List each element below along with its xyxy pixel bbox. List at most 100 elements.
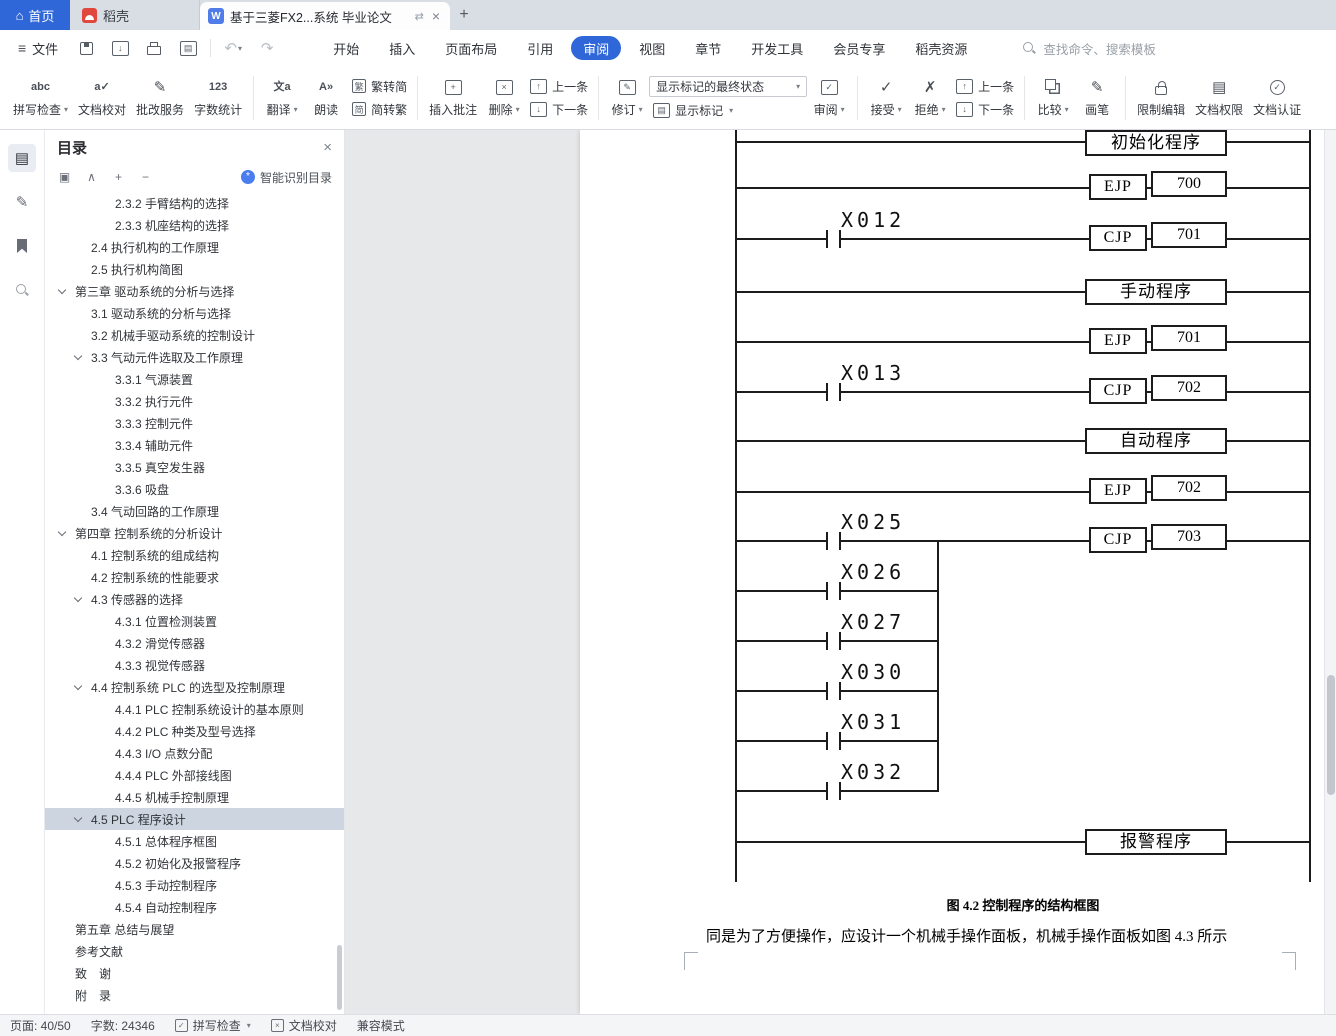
toc-item[interactable]: 第四章 控制系统的分析设计 — [45, 522, 344, 544]
word-count-button[interactable]: 123 字数统计 — [189, 69, 247, 127]
trad-to-simp-button[interactable]: 繁 繁转简 — [348, 77, 411, 96]
toc-item[interactable]: 2.4 执行机构的工作原理 — [45, 236, 344, 258]
document-area[interactable]: 初始化程序 手动程序 自动程序 报警程序 EJP 700 CJP 701 EJP… — [345, 130, 1336, 1014]
reject-change-button[interactable]: ✗ 拒绝 ▾ — [908, 69, 952, 127]
menu-item[interactable]: 稻壳资源 — [903, 36, 979, 60]
scrollbar-thumb[interactable] — [1327, 675, 1335, 795]
body-paragraph[interactable]: 同是为了方便操作，应设计一个机械手操作面板，机械手操作面板如图 4.3 所示 — [706, 925, 1292, 946]
show-markup-button[interactable]: ▤ 显示标记 ▾ — [649, 101, 807, 120]
toc-item[interactable]: 4.4.5 机械手控制原理 — [45, 786, 344, 808]
delete-comment-button[interactable]: × 删除 ▾ — [482, 69, 526, 127]
toc-item[interactable]: 3.4 气动回路的工作原理 — [45, 500, 344, 522]
toc-item[interactable]: 4.5.2 初始化及报警程序 — [45, 852, 344, 874]
next-change-button[interactable]: ↓ 下一条 — [952, 100, 1018, 119]
save-button[interactable] — [74, 36, 98, 60]
new-tab-button[interactable]: + — [450, 0, 478, 30]
toc-collapse-all-icon[interactable]: − — [138, 170, 153, 184]
toc-item[interactable]: 4.2 控制系统的性能要求 — [45, 566, 344, 588]
toc-item[interactable]: 4.3.3 视觉传感器 — [45, 654, 344, 676]
print-button[interactable] — [142, 36, 166, 60]
menu-item[interactable]: 章节 — [683, 36, 733, 60]
chevron-down-icon[interactable] — [73, 351, 83, 361]
toc-item[interactable]: 4.3 传感器的选择 — [45, 588, 344, 610]
close-panel-icon[interactable]: × — [323, 139, 332, 156]
doc-proofing-status[interactable]: × 文档校对 — [270, 1017, 337, 1034]
menu-item[interactable]: 会员专享 — [821, 36, 897, 60]
redo-button[interactable]: ↷ — [255, 36, 279, 60]
toc-item[interactable]: 4.4.4 PLC 外部接线图 — [45, 764, 344, 786]
toc-item[interactable]: 3.3.4 辅助元件 — [45, 434, 344, 456]
document-scrollbar[interactable] — [1324, 130, 1336, 1014]
close-tab-icon[interactable]: × — [430, 8, 442, 24]
restrict-editing-button[interactable]: 限制编辑 — [1132, 69, 1190, 127]
toc-item[interactable]: 3.3.2 执行元件 — [45, 390, 344, 412]
chevron-down-icon[interactable] — [73, 813, 83, 823]
toc-item[interactable]: 3.2 机械手驱动系统的控制设计 — [45, 324, 344, 346]
toc-item[interactable]: 3.3.6 吸盘 — [45, 478, 344, 500]
toc-item[interactable]: 第三章 驱动系统的分析与选择 — [45, 280, 344, 302]
word-count-indicator[interactable]: 字数: 24346 — [91, 1017, 155, 1034]
toc-item[interactable]: 4.5.3 手动控制程序 — [45, 874, 344, 896]
spell-check-button[interactable]: abc 拼写检查 ▾ — [8, 69, 73, 127]
toc-item[interactable]: 参考文献 — [45, 940, 344, 962]
toc-item[interactable]: 4.4.2 PLC 种类及型号选择 — [45, 720, 344, 742]
markup-state-dropdown[interactable]: 显示标记的最终状态 ▾ — [649, 75, 808, 97]
toc-expand-all-icon[interactable]: + — [111, 170, 126, 184]
toc-item[interactable]: 附 录 — [45, 984, 344, 1006]
menu-item[interactable]: 视图 — [627, 36, 677, 60]
toc-item[interactable]: 4.4 控制系统 PLC 的选型及控制原理 — [45, 676, 344, 698]
file-menu[interactable]: ≡ 文件 — [10, 35, 66, 62]
compare-button[interactable]: 比较 ▾ — [1031, 69, 1075, 127]
toc-item[interactable]: 致 谢 — [45, 962, 344, 984]
read-aloud-button[interactable]: A» 朗读 — [304, 69, 348, 127]
toc-item[interactable]: 3.3.1 气源装置 — [45, 368, 344, 390]
menu-item[interactable]: 开发工具 — [739, 36, 815, 60]
toc-collapse-icon[interactable]: ∧ — [84, 170, 99, 184]
edit-tools-button[interactable]: ✎ — [8, 188, 36, 216]
toc-item[interactable]: 4.4.1 PLC 控制系统设计的基本原则 — [45, 698, 344, 720]
toc-item[interactable]: 3.3.5 真空发生器 — [45, 456, 344, 478]
simp-to-trad-button[interactable]: 简 简转繁 — [348, 100, 411, 119]
print-preview-button[interactable]: ▤ — [176, 36, 200, 60]
chevron-down-icon[interactable] — [57, 527, 67, 537]
insert-comment-button[interactable]: + 插入批注 — [424, 69, 482, 127]
toc-item[interactable]: 3.3 气动元件选取及工作原理 — [45, 346, 344, 368]
document-tab[interactable]: W 基于三菱FX2...系统 毕业论文 ⇄ × — [200, 2, 450, 30]
toc-item[interactable]: 4.5 PLC 程序设计 — [45, 808, 344, 830]
next-comment-button[interactable]: ↓ 下一条 — [526, 100, 592, 119]
find-panel-button[interactable] — [8, 276, 36, 304]
spellcheck-status[interactable]: ✓ 拼写检查 ▾ — [174, 1017, 251, 1034]
toc-item[interactable]: 4.1 控制系统的组成结构 — [45, 544, 344, 566]
doc-proofing-button[interactable]: a✓ 文档校对 — [73, 69, 131, 127]
export-button[interactable]: ↓ — [108, 36, 132, 60]
menu-item[interactable]: 插入 — [377, 36, 427, 60]
toc-item[interactable]: 第五章 总结与展望 — [45, 918, 344, 940]
smart-recognize-button[interactable]: * 智能识别目录 — [240, 169, 332, 186]
toc-item[interactable]: 4.4.3 I/O 点数分配 — [45, 742, 344, 764]
toc-item[interactable]: 4.3.2 滑觉传感器 — [45, 632, 344, 654]
undo-button[interactable]: ↶ ▾ — [221, 36, 245, 60]
command-search[interactable]: 查找命令、搜索模板 — [1023, 39, 1156, 58]
menu-item[interactable]: 审阅 — [571, 36, 622, 60]
accept-change-button[interactable]: ✓ 接受 ▾ — [864, 69, 908, 127]
toc-item[interactable]: 2.3.2 手臂结构的选择 — [45, 192, 344, 214]
doc-permission-button[interactable]: ▤ 文档权限 — [1190, 69, 1248, 127]
docer-tab[interactable]: 稻壳 — [70, 0, 200, 30]
toc-item[interactable]: 2.3.3 机座结构的选择 — [45, 214, 344, 236]
home-tab[interactable]: ⌂ 首页 — [0, 0, 70, 30]
toc-item[interactable]: 3.1 驱动系统的分析与选择 — [45, 302, 344, 324]
prev-change-button[interactable]: ↑ 上一条 — [952, 77, 1018, 96]
outline-panel-button[interactable]: ▤ — [8, 144, 36, 172]
toc-item[interactable]: 2.5 执行机构简图 — [45, 258, 344, 280]
doc-auth-button[interactable]: ✓ 文档认证 — [1248, 69, 1306, 127]
toc-item[interactable]: 3.3.3 控制元件 — [45, 412, 344, 434]
review-button[interactable]: ✓ 审阅 ▾ — [807, 69, 851, 127]
track-changes-button[interactable]: ✎ 修订 ▾ — [605, 69, 649, 127]
chevron-down-icon[interactable] — [57, 285, 67, 295]
document-page[interactable]: 初始化程序 手动程序 自动程序 报警程序 EJP 700 CJP 701 EJP… — [580, 130, 1324, 1014]
correction-service-button[interactable]: ✎ 批改服务 — [131, 69, 189, 127]
pen-button[interactable]: ✎ 画笔 — [1075, 69, 1119, 127]
toc-item[interactable]: 4.5.1 总体程序框图 — [45, 830, 344, 852]
bookmark-panel-button[interactable] — [8, 232, 36, 260]
menu-item[interactable]: 页面布局 — [433, 36, 509, 60]
